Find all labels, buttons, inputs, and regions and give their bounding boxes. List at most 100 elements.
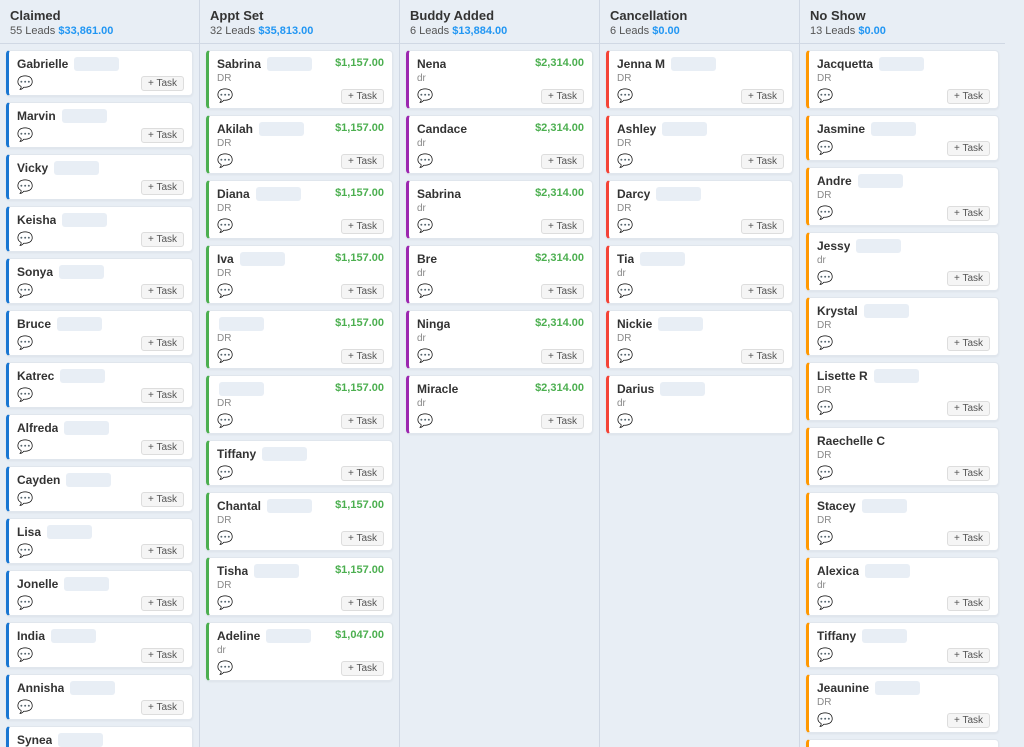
add-task-button[interactable]: + Task <box>141 648 184 663</box>
chat-icon[interactable]: 💬 <box>817 595 833 611</box>
chat-icon[interactable]: 💬 <box>17 335 33 351</box>
chat-icon[interactable]: 💬 <box>17 595 33 611</box>
chat-icon[interactable]: 💬 <box>817 465 833 481</box>
chat-icon[interactable]: 💬 <box>217 465 233 481</box>
chat-icon[interactable]: 💬 <box>417 88 433 104</box>
card[interactable]: Tia dr 💬 + Task <box>606 245 793 304</box>
add-task-button[interactable]: + Task <box>741 349 784 364</box>
chat-icon[interactable]: 💬 <box>417 348 433 364</box>
card[interactable]: Jacquetta DR 💬 + Task <box>806 50 999 109</box>
card[interactable]: Lisette R DR 💬 + Task <box>806 362 999 421</box>
add-task-button[interactable]: + Task <box>341 531 384 546</box>
card[interactable]: Darius dr 💬 <box>606 375 793 434</box>
add-task-button[interactable]: + Task <box>141 596 184 611</box>
card[interactable]: Nickie DR 💬 + Task <box>606 310 793 369</box>
add-task-button[interactable]: + Task <box>141 700 184 715</box>
chat-icon[interactable]: 💬 <box>817 270 833 286</box>
add-task-button[interactable]: + Task <box>141 128 184 143</box>
add-task-button[interactable]: + Task <box>141 388 184 403</box>
add-task-button[interactable]: + Task <box>541 349 584 364</box>
card[interactable]: Ashley DR 💬 + Task <box>606 115 793 174</box>
chat-icon[interactable]: 💬 <box>17 543 33 559</box>
card[interactable]: $1,157.00 DR 💬 + Task <box>206 375 393 434</box>
chat-icon[interactable]: 💬 <box>817 140 833 156</box>
card[interactable]: Raechelle C DR 💬 + Task <box>806 427 999 486</box>
chat-icon[interactable]: 💬 <box>17 283 33 299</box>
chat-icon[interactable]: 💬 <box>617 283 633 299</box>
card[interactable]: Andre DR 💬 + Task <box>806 167 999 226</box>
card[interactable]: Keisha 💬 + Task <box>6 206 193 252</box>
chat-icon[interactable]: 💬 <box>817 530 833 546</box>
add-task-button[interactable]: + Task <box>341 466 384 481</box>
add-task-button[interactable]: + Task <box>741 89 784 104</box>
chat-icon[interactable]: 💬 <box>217 88 233 104</box>
card[interactable]: Aletha 💬 <box>806 739 999 747</box>
chat-icon[interactable]: 💬 <box>817 400 833 416</box>
card[interactable]: Adeline $1,047.00 dr 💬 + Task <box>206 622 393 681</box>
card[interactable]: Vicky 💬 + Task <box>6 154 193 200</box>
card[interactable]: Tisha $1,157.00 DR 💬 + Task <box>206 557 393 616</box>
chat-icon[interactable]: 💬 <box>817 647 833 663</box>
chat-icon[interactable]: 💬 <box>217 530 233 546</box>
card[interactable]: Gabrielle 💬 + Task <box>6 50 193 96</box>
add-task-button[interactable]: + Task <box>341 284 384 299</box>
add-task-button[interactable]: + Task <box>541 414 584 429</box>
add-task-button[interactable]: + Task <box>141 336 184 351</box>
add-task-button[interactable]: + Task <box>141 284 184 299</box>
chat-icon[interactable]: 💬 <box>17 699 33 715</box>
card[interactable]: Bruce 💬 + Task <box>6 310 193 356</box>
add-task-button[interactable]: + Task <box>947 271 990 286</box>
card[interactable]: Jessy dr 💬 + Task <box>806 232 999 291</box>
add-task-button[interactable]: + Task <box>741 219 784 234</box>
card[interactable]: Tiffany 💬 + Task <box>806 622 999 668</box>
chat-icon[interactable]: 💬 <box>817 335 833 351</box>
card[interactable]: Alfreda 💬 + Task <box>6 414 193 460</box>
add-task-button[interactable]: + Task <box>947 336 990 351</box>
add-task-button[interactable]: + Task <box>947 89 990 104</box>
chat-icon[interactable]: 💬 <box>17 439 33 455</box>
chat-icon[interactable]: 💬 <box>217 660 233 676</box>
card[interactable]: Jeaunine DR 💬 + Task <box>806 674 999 733</box>
chat-icon[interactable]: 💬 <box>217 595 233 611</box>
card[interactable]: Chantal $1,157.00 DR 💬 + Task <box>206 492 393 551</box>
card[interactable]: Alexica dr 💬 + Task <box>806 557 999 616</box>
card[interactable]: Cayden 💬 + Task <box>6 466 193 512</box>
card[interactable]: Jasmine 💬 + Task <box>806 115 999 161</box>
card[interactable]: Lisa 💬 + Task <box>6 518 193 564</box>
chat-icon[interactable]: 💬 <box>217 348 233 364</box>
add-task-button[interactable]: + Task <box>341 219 384 234</box>
add-task-button[interactable]: + Task <box>541 89 584 104</box>
add-task-button[interactable]: + Task <box>541 219 584 234</box>
card[interactable]: Sonya 💬 + Task <box>6 258 193 304</box>
chat-icon[interactable]: 💬 <box>817 712 833 728</box>
add-task-button[interactable]: + Task <box>947 648 990 663</box>
chat-icon[interactable]: 💬 <box>417 153 433 169</box>
card[interactable]: Annisha 💬 + Task <box>6 674 193 720</box>
add-task-button[interactable]: + Task <box>947 401 990 416</box>
card[interactable]: Katrec 💬 + Task <box>6 362 193 408</box>
chat-icon[interactable]: 💬 <box>217 413 233 429</box>
add-task-button[interactable]: + Task <box>141 544 184 559</box>
card[interactable]: Darcy DR 💬 + Task <box>606 180 793 239</box>
add-task-button[interactable]: + Task <box>947 466 990 481</box>
add-task-button[interactable]: + Task <box>341 349 384 364</box>
chat-icon[interactable]: 💬 <box>17 231 33 247</box>
chat-icon[interactable]: 💬 <box>17 647 33 663</box>
chat-icon[interactable]: 💬 <box>417 283 433 299</box>
add-task-button[interactable]: + Task <box>947 596 990 611</box>
chat-icon[interactable]: 💬 <box>217 153 233 169</box>
card[interactable]: India 💬 + Task <box>6 622 193 668</box>
chat-icon[interactable]: 💬 <box>17 387 33 403</box>
chat-icon[interactable]: 💬 <box>17 179 33 195</box>
add-task-button[interactable]: + Task <box>141 180 184 195</box>
chat-icon[interactable]: 💬 <box>617 218 633 234</box>
chat-icon[interactable]: 💬 <box>617 153 633 169</box>
chat-icon[interactable]: 💬 <box>17 491 33 507</box>
add-task-button[interactable]: + Task <box>341 154 384 169</box>
add-task-button[interactable]: + Task <box>741 284 784 299</box>
chat-icon[interactable]: 💬 <box>17 127 33 143</box>
chat-icon[interactable]: 💬 <box>817 205 833 221</box>
add-task-button[interactable]: + Task <box>141 440 184 455</box>
add-task-button[interactable]: + Task <box>141 76 184 91</box>
card[interactable]: Miracle $2,314.00 dr 💬 + Task <box>406 375 593 434</box>
